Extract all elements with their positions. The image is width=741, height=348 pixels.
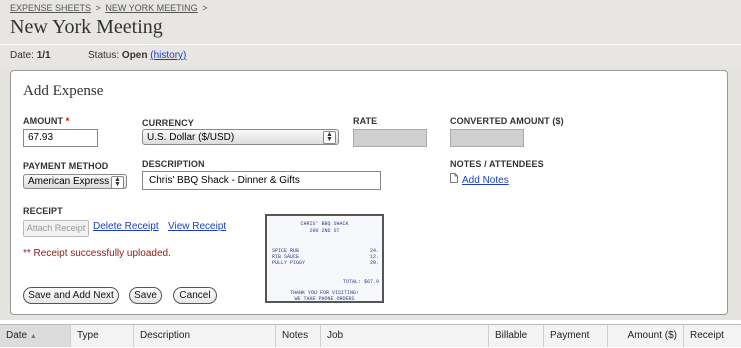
save-button[interactable]: Save — [129, 287, 162, 304]
save-and-add-next-button[interactable]: Save and Add Next — [23, 287, 119, 304]
receipt-label: RECEIPT — [23, 206, 63, 216]
view-receipt-link[interactable]: View Receipt — [168, 221, 226, 232]
receipt-footer-line: WE TAKE PHONE ORDERS — [294, 296, 355, 302]
column-header-date[interactable]: Date ▲ — [0, 325, 70, 347]
receipt-item-name: PULLY PIGGY — [272, 260, 306, 266]
history-link[interactable]: (history) — [150, 50, 186, 61]
document-icon — [450, 173, 458, 183]
amount-input[interactable]: 67.93 — [23, 129, 98, 147]
converted-amount-input — [450, 129, 524, 147]
column-header-receipt[interactable]: Receipt — [683, 325, 741, 347]
column-header-amount[interactable]: Amount ($) — [607, 325, 683, 347]
column-header-payment[interactable]: Payment — [543, 325, 607, 347]
date-value: 1/1 — [36, 50, 51, 61]
breadcrumb-expense-sheets[interactable]: EXPENSE SHEETS — [10, 3, 91, 13]
rate-label: RATE — [353, 116, 378, 126]
sheet-status: Status: Open (history) — [88, 50, 186, 61]
column-header-description[interactable]: Description — [133, 325, 275, 347]
currency-selected-value: U.S. Dollar ($/USD) — [147, 132, 235, 143]
receipt-thumbnail[interactable]: CHRIS' BBQ SHACK 200 2ND ST SPICE RUB 24… — [265, 214, 384, 303]
attach-receipt-button: Attach Receipt — [23, 220, 89, 237]
receipt-item-price: 29. — [370, 260, 380, 266]
payment-method-selected-value: American Express — [28, 176, 110, 187]
page-header: EXPENSE SHEETS > NEW YORK MEETING > New … — [0, 0, 741, 44]
status-value: Open — [121, 50, 148, 61]
date-label: Date: — [10, 50, 34, 61]
column-header-job[interactable]: Job — [320, 325, 488, 347]
chevron-updown-icon: ▲ ▼ — [111, 176, 124, 189]
cancel-button[interactable]: Cancel — [173, 287, 217, 304]
required-marker: * — [65, 116, 70, 126]
breadcrumb-separator: > — [202, 3, 208, 13]
receipt-store-name: CHRIS' BBQ SHACK — [300, 221, 349, 227]
notes-attendees-label: NOTES / ATTENDEES — [450, 159, 544, 169]
panel-title: Add Expense — [23, 83, 104, 99]
status-bar: Date: 1/1 Status: Open (history) — [0, 45, 741, 67]
column-header-notes[interactable]: Notes — [275, 325, 320, 347]
converted-amount-label: CONVERTED AMOUNT ($) — [450, 116, 564, 126]
breadcrumb: EXPENSE SHEETS > NEW YORK MEETING > — [10, 3, 209, 13]
payment-method-select[interactable]: American Express ▲ ▼ — [23, 174, 127, 189]
column-header-billable[interactable]: Billable — [488, 325, 543, 347]
page-title: New York Meeting — [10, 16, 163, 38]
receipt-address: 200 2ND ST — [309, 228, 340, 234]
currency-select[interactable]: U.S. Dollar ($/USD) ▲ ▼ — [142, 129, 339, 145]
breadcrumb-separator: > — [95, 3, 101, 13]
amount-label-text: AMOUNT — [23, 116, 64, 126]
description-label: DESCRIPTION — [142, 159, 205, 169]
expenses-table-header: Date ▲ Type Description Notes Job Billab… — [0, 324, 741, 347]
description-input[interactable]: Chris' BBQ Shack - Dinner & Gifts — [142, 171, 381, 190]
sort-ascending-icon: ▲ — [29, 333, 37, 340]
delete-receipt-link[interactable]: Delete Receipt — [93, 221, 159, 232]
add-notes-link[interactable]: Add Notes — [462, 175, 509, 186]
sheet-date: Date: 1/1 — [10, 50, 51, 61]
receipt-total: TOTAL: $67.9 — [343, 279, 380, 285]
breadcrumb-new-york-meeting[interactable]: NEW YORK MEETING — [105, 3, 197, 13]
receipt-success-message: ** Receipt successfully uploaded. — [23, 248, 171, 259]
column-header-date-label: Date — [6, 330, 28, 341]
currency-label: CURRENCY — [142, 118, 194, 128]
payment-method-label: PAYMENT METHOD — [23, 161, 109, 171]
column-header-type[interactable]: Type — [70, 325, 133, 347]
rate-input — [353, 129, 427, 147]
amount-label: AMOUNT * — [23, 116, 69, 126]
chevron-updown-icon: ▲ ▼ — [323, 131, 336, 144]
status-label: Status: — [88, 50, 120, 61]
